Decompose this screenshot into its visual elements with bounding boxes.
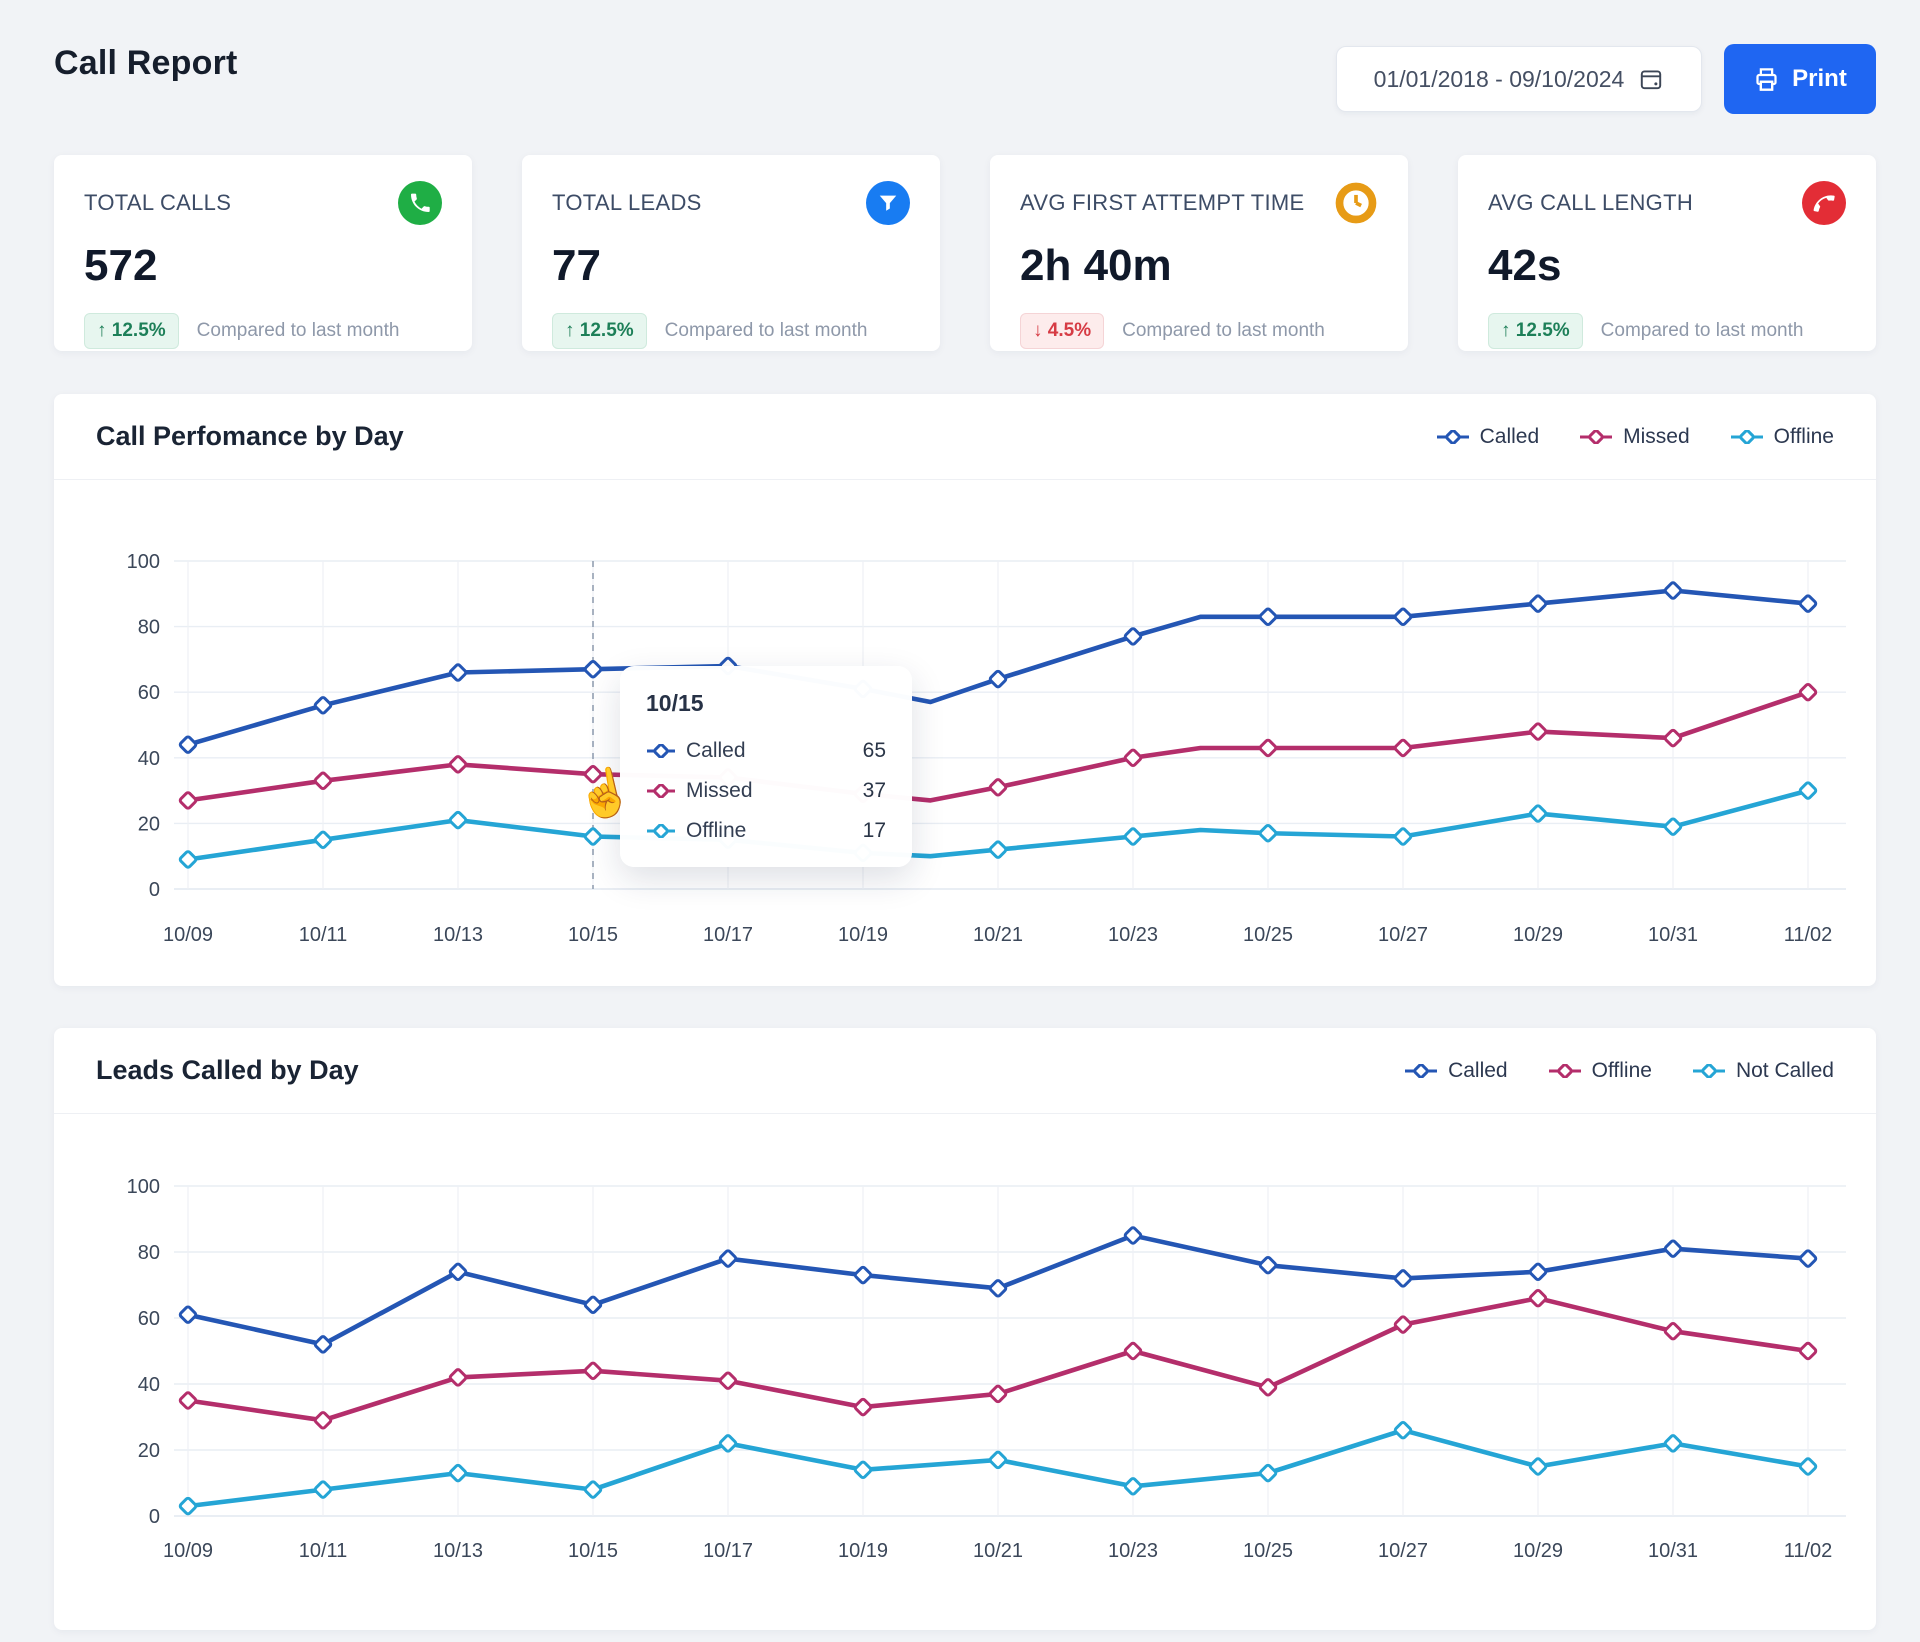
svg-text:100: 100 <box>127 1176 160 1198</box>
svg-text:11/02: 11/02 <box>1784 924 1833 946</box>
funnel-icon <box>866 181 910 225</box>
svg-text:10/23: 10/23 <box>1108 1540 1158 1562</box>
svg-text:10/19: 10/19 <box>838 1540 888 1562</box>
call-performance-panel: Call Perfomance by Day Called Missed Off… <box>54 394 1876 986</box>
stat-label: AVG FIRST ATTEMPT TIME <box>1020 190 1305 216</box>
svg-text:10/17: 10/17 <box>703 924 753 946</box>
stat-value: 42s <box>1488 241 1846 291</box>
date-range-value: 01/01/2018 - 09/10/2024 <box>1374 66 1625 93</box>
svg-text:10/21: 10/21 <box>973 1540 1023 1562</box>
svg-text:10/25: 10/25 <box>1243 1540 1293 1562</box>
stat-value: 77 <box>552 241 910 291</box>
svg-text:10/27: 10/27 <box>1378 924 1428 946</box>
calendar-icon <box>1638 66 1664 92</box>
svg-text:10/15: 10/15 <box>568 924 618 946</box>
svg-text:11/02: 11/02 <box>1784 1540 1833 1562</box>
svg-text:10/23: 10/23 <box>1108 924 1158 946</box>
svg-text:10/19: 10/19 <box>838 924 888 946</box>
svg-text:40: 40 <box>138 748 160 770</box>
svg-text:10/09: 10/09 <box>163 924 213 946</box>
trend-badge: ↑ 12.5% <box>1488 313 1583 349</box>
svg-text:10/15: 10/15 <box>568 1540 618 1562</box>
stat-label: TOTAL CALLS <box>84 190 231 216</box>
legend-marker-icon <box>1692 1064 1726 1078</box>
tooltip-row-offline: Offline 17 <box>646 819 886 843</box>
trend-badge: ↑ 12.5% <box>552 313 647 349</box>
panel-title: Call Perfomance by Day <box>96 421 404 452</box>
svg-text:20: 20 <box>138 1440 160 1462</box>
svg-text:0: 0 <box>149 1506 160 1528</box>
tooltip-date: 10/15 <box>646 690 886 717</box>
svg-text:10/29: 10/29 <box>1513 924 1563 946</box>
svg-text:80: 80 <box>138 1242 160 1264</box>
compare-text: Compared to last month <box>1601 320 1804 342</box>
leads-called-chart[interactable]: 0 20 40 60 80 100 10/09 10/11 10/13 10/15 10/17 10/… <box>54 1114 1876 1630</box>
svg-text:10/25: 10/25 <box>1243 924 1293 946</box>
trend-badge: ↓ 4.5% <box>1020 313 1104 349</box>
svg-text:0: 0 <box>149 879 160 901</box>
svg-text:80: 80 <box>138 617 160 639</box>
legend-item-missed[interactable]: Missed <box>1579 425 1690 449</box>
stat-value: 572 <box>84 241 442 291</box>
date-range-picker[interactable]: 01/01/2018 - 09/10/2024 <box>1336 46 1702 112</box>
phone-icon <box>398 181 442 225</box>
svg-text:10/11: 10/11 <box>299 924 348 946</box>
legend-item-not-called[interactable]: Not Called <box>1692 1059 1834 1083</box>
cursor-hand-icon: ☝ <box>571 761 638 827</box>
stat-label: TOTAL LEADS <box>552 190 702 216</box>
svg-text:10/31: 10/31 <box>1648 924 1698 946</box>
printer-icon <box>1753 66 1780 93</box>
legend-marker-icon <box>1579 430 1613 444</box>
legend-item-called[interactable]: Called <box>1436 425 1540 449</box>
legend-item-called[interactable]: Called <box>1404 1059 1508 1083</box>
svg-text:40: 40 <box>138 1374 160 1396</box>
phone-missed-icon <box>1802 181 1846 225</box>
stat-card-avg-call-length: AVG CALL LENGTH 42s ↑ 12.5% Compared to … <box>1458 155 1876 351</box>
svg-text:10/09: 10/09 <box>163 1540 213 1562</box>
legend: Called Missed Offline <box>1436 425 1834 449</box>
call-performance-chart[interactable]: 0 20 40 60 80 100 10/09 10/11 10/13 10/15 10/17 10/… <box>54 480 1876 986</box>
svg-text:60: 60 <box>138 1308 160 1330</box>
page-title: Call Report <box>54 44 238 83</box>
panel-title: Leads Called by Day <box>96 1055 359 1086</box>
svg-text:10/29: 10/29 <box>1513 1540 1563 1562</box>
legend-item-offline[interactable]: Offline <box>1730 425 1834 449</box>
svg-text:20: 20 <box>138 813 160 835</box>
legend-marker-icon <box>1404 1064 1438 1078</box>
svg-text:10/31: 10/31 <box>1648 1540 1698 1562</box>
legend-marker-icon <box>1436 430 1470 444</box>
legend-marker-icon <box>646 824 676 838</box>
compare-text: Compared to last month <box>1122 320 1325 342</box>
stat-label: AVG CALL LENGTH <box>1488 190 1693 216</box>
legend: Called Offline Not Called <box>1404 1059 1834 1083</box>
tooltip-row-missed: Missed 37 <box>646 779 886 803</box>
compare-text: Compared to last month <box>197 320 400 342</box>
stat-card-total-calls: TOTAL CALLS 572 ↑ 12.5% Compared to last… <box>54 155 472 351</box>
compare-text: Compared to last month <box>665 320 868 342</box>
legend-marker-icon <box>1548 1064 1582 1078</box>
svg-text:10/27: 10/27 <box>1378 1540 1428 1562</box>
svg-text:10/13: 10/13 <box>433 924 483 946</box>
svg-text:60: 60 <box>138 682 160 704</box>
tooltip-row-called: Called 65 <box>646 739 886 763</box>
legend-item-offline[interactable]: Offline <box>1548 1059 1652 1083</box>
svg-text:10/13: 10/13 <box>433 1540 483 1562</box>
leads-called-panel: Leads Called by Day Called Offline Not C… <box>54 1028 1876 1630</box>
chart-tooltip: 10/15 Called 65 Missed 37 Offline 17 <box>620 666 912 867</box>
legend-marker-icon <box>1730 430 1764 444</box>
svg-text:10/11: 10/11 <box>299 1540 348 1562</box>
trend-badge: ↑ 12.5% <box>84 313 179 349</box>
legend-marker-icon <box>646 784 676 798</box>
stat-card-avg-first-attempt: AVG FIRST ATTEMPT TIME 2h 40m ↓ 4.5% Com… <box>990 155 1408 351</box>
svg-text:10/17: 10/17 <box>703 1540 753 1562</box>
svg-text:10/21: 10/21 <box>973 924 1023 946</box>
clock-icon <box>1334 181 1378 225</box>
stat-value: 2h 40m <box>1020 241 1378 291</box>
svg-text:100: 100 <box>127 551 160 573</box>
print-button[interactable]: Print <box>1724 44 1876 114</box>
legend-marker-icon <box>646 744 676 758</box>
stat-card-total-leads: TOTAL LEADS 77 ↑ 12.5% Compared to last … <box>522 155 940 351</box>
